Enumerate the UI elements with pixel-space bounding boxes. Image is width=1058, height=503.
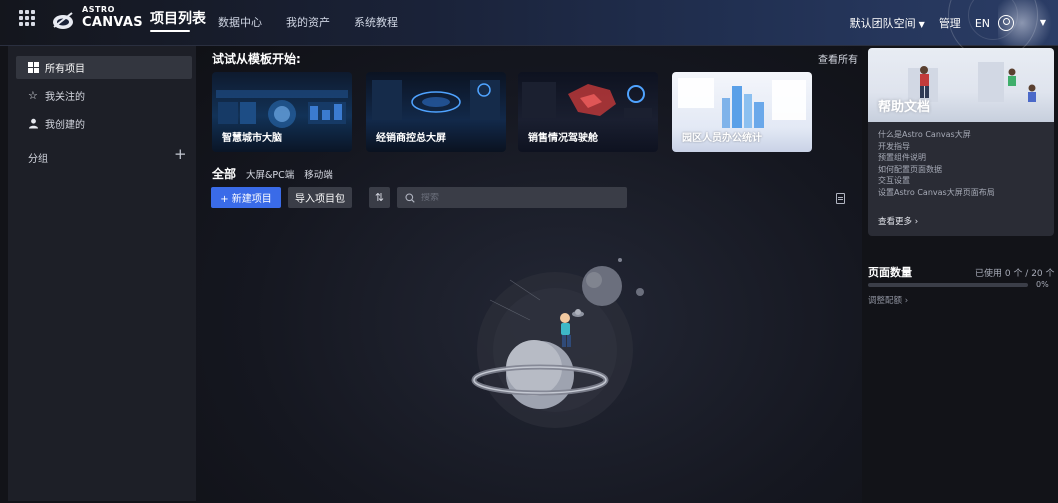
language-switch[interactable]: EN: [975, 17, 990, 30]
top-nav: 数据中心 我的资产 系统教程: [218, 14, 398, 30]
template-section-title: 试试从模板开始:: [212, 52, 301, 66]
project-tabs: 全部 大屏&PC端 移动端: [212, 165, 333, 182]
apps-grid-icon[interactable]: [19, 10, 35, 26]
manage-link[interactable]: 管理: [939, 15, 961, 31]
sidebar-item-created[interactable]: 我创建的: [16, 112, 192, 135]
help-banner[interactable]: 帮助文档: [868, 48, 1054, 122]
help-links: 什么是Astro Canvas大屏 开发指导 预置组件说明 如何配置页面数据 交…: [878, 129, 995, 198]
tab-mobile[interactable]: 移动端: [304, 167, 333, 181]
sidebar-item-label: 我创建的: [45, 120, 85, 131]
help-link[interactable]: 如何配置页面数据: [878, 164, 995, 176]
page-quota-percent: 0%: [1036, 280, 1049, 289]
help-link[interactable]: 设置Astro Canvas大屏页面布局: [878, 187, 995, 199]
user-icon: [29, 118, 38, 129]
team-space-dropdown[interactable]: 默认团队空间 ▼: [850, 15, 925, 31]
page-quota-progress: [868, 283, 1028, 287]
team-space-label: 默认团队空间: [849, 17, 916, 30]
document-icon[interactable]: [836, 193, 845, 204]
page-quota-used: 已使用 0 个 / 20 个: [975, 269, 1055, 279]
sort-icon[interactable]: ⇅: [369, 187, 390, 208]
view-all-link[interactable]: 查看所有: [818, 51, 858, 66]
nav-tutorials[interactable]: 系统教程: [354, 14, 398, 30]
tab-screen-pc[interactable]: 大屏&PC端: [246, 167, 294, 181]
page-quota-title: 页面数量: [868, 266, 912, 279]
sidebar-item-followed[interactable]: ☆ 我关注的: [16, 84, 192, 107]
help-docs-card: 帮助文档 什么是Astro Canvas大屏 开发指导 预置组件说明 如何配置页…: [868, 48, 1054, 236]
sidebar-item-label: 所有项目: [45, 64, 85, 75]
template-name: 销售情况驾驶舱: [528, 133, 598, 144]
top-bar: ASTRO CANVAS 项目列表 数据中心 我的资产 系统教程 默认团队空间 ▼…: [0, 0, 1058, 60]
help-link[interactable]: 预置组件说明: [878, 152, 995, 164]
template-card-sales[interactable]: 销售情况驾驶舱: [518, 72, 658, 152]
search-box[interactable]: [397, 187, 627, 208]
star-icon: ☆: [28, 89, 38, 102]
active-tab-underline: [150, 30, 190, 32]
nav-data-center[interactable]: 数据中心: [218, 14, 262, 30]
help-link[interactable]: 交互设置: [878, 175, 995, 187]
template-card-smart-city[interactable]: 智慧城市大脑: [212, 72, 352, 152]
add-group-icon[interactable]: +: [174, 145, 187, 163]
sidebar-item-all-projects[interactable]: 所有项目: [16, 56, 192, 79]
template-name: 园区人员办公统计: [682, 133, 762, 144]
top-right-controls: 默认团队空间 ▼ 管理 EN: [850, 0, 1058, 46]
import-package-button[interactable]: 导入项目包: [288, 187, 352, 208]
user-menu-chevron-icon[interactable]: ▼: [1040, 18, 1046, 27]
template-name: 智慧城市大脑: [222, 133, 282, 144]
empty-state-illustration: [471, 258, 644, 428]
template-card-dealer[interactable]: 经销商控总大屏: [366, 72, 506, 152]
new-project-button[interactable]: + 新建项目: [211, 187, 281, 208]
help-link[interactable]: 开发指导: [878, 141, 995, 153]
grid-icon: [28, 62, 39, 73]
group-label: 分组: [28, 154, 48, 165]
astro-canvas-logo-icon: [53, 12, 73, 29]
help-link[interactable]: 什么是Astro Canvas大屏: [878, 129, 995, 141]
user-avatar-icon[interactable]: [998, 15, 1014, 31]
chevron-down-icon: ▼: [918, 20, 925, 29]
search-input[interactable]: [421, 192, 621, 203]
sidebar: 所有项目 ☆ 我关注的 我创建的 分组 +: [8, 46, 196, 501]
search-icon: [405, 192, 415, 203]
adjust-quota-link[interactable]: 调整配额 ›: [868, 294, 908, 306]
template-name: 经销商控总大屏: [376, 133, 446, 144]
logo-text: ASTRO CANVAS: [82, 5, 143, 30]
tab-all[interactable]: 全部: [212, 165, 236, 182]
logo-big-text: CANVAS: [82, 15, 143, 30]
logo-small-text: ASTRO: [82, 5, 115, 14]
help-more-link[interactable]: 查看更多 ›: [878, 215, 918, 227]
nav-my-assets[interactable]: 我的资产: [286, 14, 330, 30]
template-card-park[interactable]: 园区人员办公统计: [672, 72, 812, 152]
page-title[interactable]: 项目列表: [150, 8, 206, 28]
sidebar-item-label: 我关注的: [45, 92, 85, 103]
help-title: 帮助文档: [878, 100, 931, 115]
